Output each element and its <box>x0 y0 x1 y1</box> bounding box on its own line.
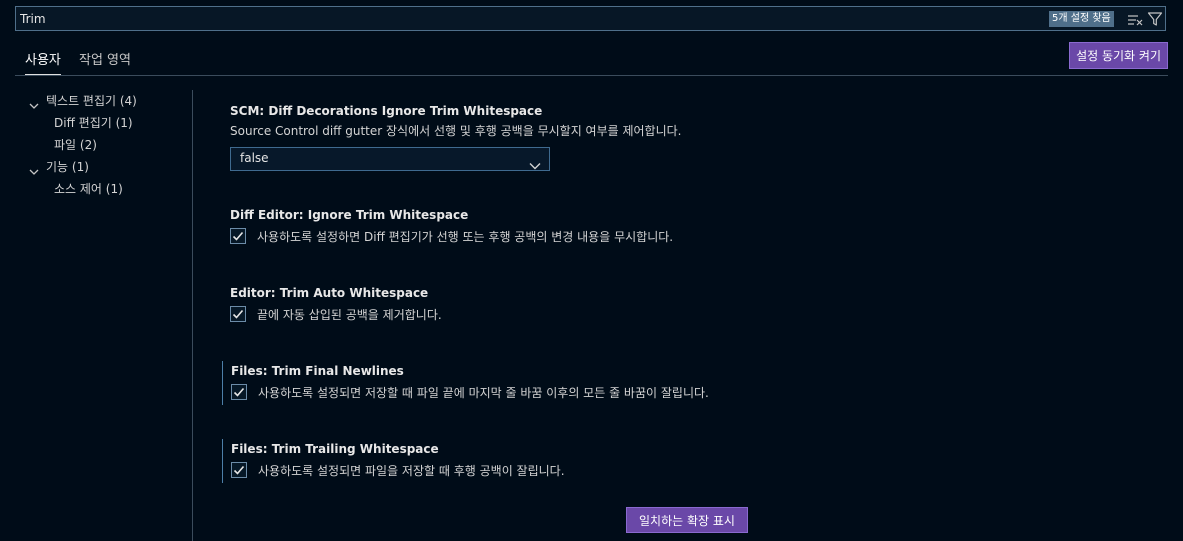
setting-description: 끝에 자동 삽입된 공백을 제거합니다. <box>257 308 442 322</box>
setting-checkbox-row: 사용하도록 설정하면 Diff 편집기가 선행 또는 후행 공백의 변경 내용을… <box>230 226 1122 248</box>
toc-item-label: 텍스트 편집기 (4) <box>46 94 137 108</box>
setting-files-trim-final-newlines: Files: Trim Final Newlines 사용하도록 설정되면 저장… <box>222 361 1123 405</box>
setting-description: 사용하도록 설정되면 저장할 때 파일 끝에 마지막 줄 바꿈 이후의 모든 줄… <box>258 386 709 400</box>
clear-filter-icon[interactable] <box>1127 12 1143 26</box>
check-icon <box>233 387 245 397</box>
setting-checkbox-row: 사용하도록 설정되면 파일을 저장할 때 후행 공백이 잘립니다. <box>231 460 1123 482</box>
turn-on-settings-sync-button[interactable]: 설정 동기화 켜기 <box>1069 42 1168 69</box>
chevron-down-icon <box>28 162 40 175</box>
setting-title: Diff Editor: Ignore Trim Whitespace <box>230 208 469 222</box>
chevron-down-icon <box>529 155 541 170</box>
setting-title: Files: Trim Final Newlines <box>231 364 404 378</box>
setting-scm-diff-decorations-ignore-trim-whitespace: SCM: Diff Decorations Ignore Trim Whites… <box>222 101 1122 171</box>
toc-item-label: Diff 편집기 (1) <box>54 116 133 130</box>
setting-description: 사용하도록 설정하면 Diff 편집기가 선행 또는 후행 공백의 변경 내용을… <box>257 230 674 244</box>
chevron-down-icon <box>28 96 40 109</box>
settings-toc: 텍스트 편집기 (4) Diff 편집기 (1) 파일 (2) 기능 (1) 소… <box>28 90 188 200</box>
setting-checkbox[interactable] <box>231 462 247 478</box>
setting-description: Source Control diff gutter 장식에서 선행 및 후행 … <box>230 124 682 138</box>
toc-item-text-editor[interactable]: 텍스트 편집기 (4) <box>28 90 188 112</box>
toc-item-label: 파일 (2) <box>54 138 97 152</box>
tab-user[interactable]: 사용자 <box>25 49 61 75</box>
setting-checkbox[interactable] <box>231 384 247 400</box>
setting-diff-editor-ignore-trim-whitespace: Diff Editor: Ignore Trim Whitespace 사용하도… <box>222 205 1122 248</box>
search-result-count: 5개 설정 찾음 <box>1049 11 1114 27</box>
setting-title: Editor: Trim Auto Whitespace <box>230 286 429 300</box>
setting-checkbox-row: 사용하도록 설정되면 저장할 때 파일 끝에 마지막 줄 바꿈 이후의 모든 줄… <box>231 382 1123 404</box>
select-value: false <box>240 151 269 165</box>
check-icon <box>232 309 244 319</box>
toc-item-features[interactable]: 기능 (1) <box>28 156 188 178</box>
settings-search-input[interactable] <box>20 10 1030 27</box>
toc-item-label: 소스 제어 (1) <box>54 182 123 196</box>
setting-files-trim-trailing-whitespace: Files: Trim Trailing Whitespace 사용하도록 설정… <box>222 439 1123 483</box>
setting-value-select[interactable]: false <box>230 147 550 171</box>
check-icon <box>232 231 244 241</box>
filter-icon[interactable] <box>1147 11 1163 27</box>
toc-item-diff-editor[interactable]: Diff 편집기 (1) <box>28 112 188 134</box>
toc-divider <box>192 90 193 541</box>
setting-editor-trim-auto-whitespace: Editor: Trim Auto Whitespace 끝에 자동 삽입된 공… <box>222 283 1122 326</box>
show-matching-extensions-button[interactable]: 일치하는 확장 표시 <box>626 507 748 533</box>
settings-search-bar[interactable]: 5개 설정 찾음 <box>15 6 1166 31</box>
setting-checkbox[interactable] <box>230 306 246 322</box>
setting-checkbox-row: 끝에 자동 삽입된 공백을 제거합니다. <box>230 304 1122 326</box>
setting-title: SCM: Diff Decorations Ignore Trim Whites… <box>230 104 543 118</box>
setting-description: 사용하도록 설정되면 파일을 저장할 때 후행 공백이 잘립니다. <box>258 464 565 478</box>
toc-item-files[interactable]: 파일 (2) <box>28 134 188 156</box>
tab-workspace[interactable]: 작업 영역 <box>79 49 131 74</box>
setting-title: Files: Trim Trailing Whitespace <box>231 442 439 456</box>
check-icon <box>233 465 245 475</box>
toc-item-label: 기능 (1) <box>46 160 89 174</box>
toc-item-source-control[interactable]: 소스 제어 (1) <box>28 178 188 200</box>
settings-scope-tabs: 사용자 작업 영역 설정 동기화 켜기 <box>15 42 1168 76</box>
setting-checkbox[interactable] <box>230 228 246 244</box>
